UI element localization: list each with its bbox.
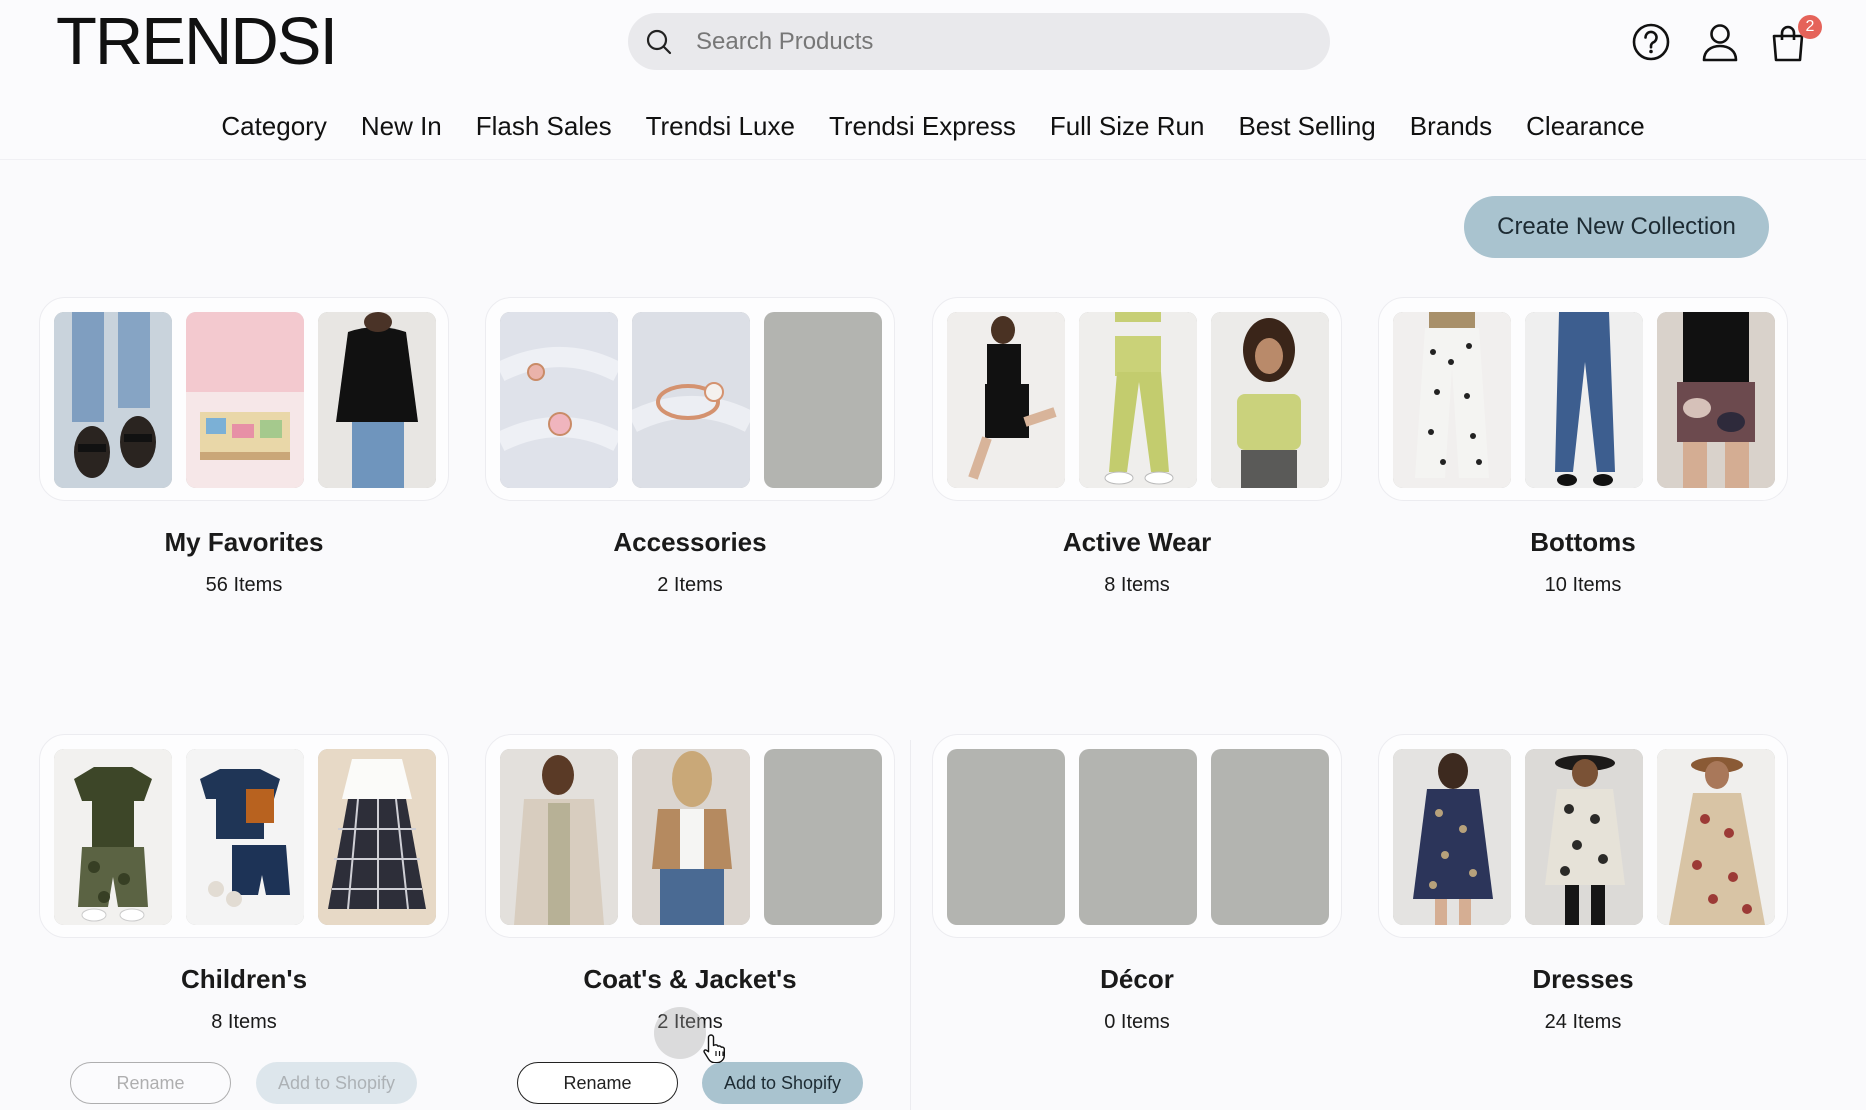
product-thumbnail bbox=[1079, 312, 1197, 488]
product-thumbnail bbox=[947, 312, 1065, 488]
product-thumbnail bbox=[1525, 749, 1643, 925]
nav-item-category[interactable]: Category bbox=[204, 106, 344, 146]
collection-title[interactable]: Active Wear bbox=[932, 527, 1342, 558]
trendsi-logo[interactable]: TRENDSI bbox=[56, 6, 338, 78]
cart-count-badge: 2 bbox=[1798, 15, 1822, 39]
rename-button[interactable]: Rename bbox=[517, 1062, 678, 1104]
hand-pointer-cursor-icon bbox=[703, 1034, 725, 1063]
add-to-shopify-button[interactable]: Add to Shopify bbox=[702, 1062, 863, 1104]
collection-item-count: 8 Items bbox=[1104, 574, 1170, 596]
collection-item-count: 2 Items bbox=[657, 574, 723, 596]
empty-thumbnail-placeholder bbox=[947, 749, 1065, 925]
product-thumbnail bbox=[1657, 312, 1775, 488]
collection-item-count: 24 Items bbox=[1544, 1011, 1622, 1033]
empty-thumbnail-placeholder bbox=[764, 749, 882, 925]
collection-card-decor[interactable] bbox=[932, 734, 1342, 938]
product-thumbnail bbox=[186, 749, 304, 925]
collection-card-active-wear[interactable] bbox=[932, 297, 1342, 501]
site-header: TRENDSI 2 Category New In Flash Sales Tr… bbox=[0, 0, 1866, 160]
product-thumbnail bbox=[632, 749, 750, 925]
collection-title[interactable]: Dresses bbox=[1378, 964, 1788, 995]
collection-title[interactable]: Children's bbox=[39, 964, 449, 995]
product-thumbnail bbox=[318, 312, 436, 488]
add-to-shopify-button[interactable]: Add to Shopify bbox=[256, 1062, 417, 1104]
nav-item-brands[interactable]: Brands bbox=[1393, 106, 1509, 146]
collection-card-my-favorites[interactable] bbox=[39, 297, 449, 501]
product-thumbnail bbox=[1657, 749, 1775, 925]
nav-item-clearance[interactable]: Clearance bbox=[1509, 106, 1662, 146]
collection-title[interactable]: Bottoms bbox=[1378, 527, 1788, 558]
collection-card-childrens[interactable] bbox=[39, 734, 449, 938]
search-bar[interactable] bbox=[628, 13, 1330, 70]
product-thumbnail bbox=[632, 312, 750, 488]
nav-item-flash-sales[interactable]: Flash Sales bbox=[459, 106, 629, 146]
nav-item-new-in[interactable]: New In bbox=[344, 106, 459, 146]
create-collection-button[interactable]: Create New Collection bbox=[1464, 196, 1769, 258]
main-nav: Category New In Flash Sales Trendsi Luxe… bbox=[0, 106, 1866, 146]
nav-item-trendsi-express[interactable]: Trendsi Express bbox=[812, 106, 1033, 146]
nav-item-trendsi-luxe[interactable]: Trendsi Luxe bbox=[629, 106, 812, 146]
collection-item-count: 0 Items bbox=[1104, 1011, 1170, 1033]
rename-button[interactable]: Rename bbox=[70, 1062, 231, 1104]
column-divider bbox=[910, 740, 911, 1110]
collection-item-count: 56 Items bbox=[205, 574, 283, 596]
empty-thumbnail-placeholder bbox=[1211, 749, 1329, 925]
collection-title[interactable]: Coat's & Jacket's bbox=[485, 964, 895, 995]
product-thumbnail bbox=[1393, 749, 1511, 925]
product-thumbnail bbox=[1525, 312, 1643, 488]
collection-item-count: 10 Items bbox=[1544, 574, 1622, 596]
collection-item-count: 8 Items bbox=[211, 1011, 277, 1033]
product-thumbnail bbox=[1393, 312, 1511, 488]
product-thumbnail bbox=[54, 312, 172, 488]
nav-item-best-selling[interactable]: Best Selling bbox=[1221, 106, 1392, 146]
search-input[interactable] bbox=[696, 13, 1306, 70]
search-icon bbox=[646, 29, 672, 55]
collection-title[interactable]: Décor bbox=[932, 964, 1342, 995]
product-thumbnail bbox=[54, 749, 172, 925]
collection-title[interactable]: Accessories bbox=[485, 527, 895, 558]
collection-card-bottoms[interactable] bbox=[1378, 297, 1788, 501]
empty-thumbnail-placeholder bbox=[1079, 749, 1197, 925]
collection-card-coats-jackets[interactable] bbox=[485, 734, 895, 938]
collection-card-accessories[interactable] bbox=[485, 297, 895, 501]
collection-card-dresses[interactable] bbox=[1378, 734, 1788, 938]
user-icon[interactable] bbox=[1698, 20, 1742, 64]
product-thumbnail bbox=[318, 749, 436, 925]
help-circle-icon[interactable] bbox=[1629, 20, 1673, 64]
collection-title[interactable]: My Favorites bbox=[39, 527, 449, 558]
product-thumbnail bbox=[500, 312, 618, 488]
product-thumbnail bbox=[1211, 312, 1329, 488]
product-thumbnail bbox=[500, 749, 618, 925]
nav-item-full-size-run[interactable]: Full Size Run bbox=[1033, 106, 1222, 146]
product-thumbnail bbox=[186, 312, 304, 488]
click-ripple bbox=[654, 1007, 706, 1059]
empty-thumbnail-placeholder bbox=[764, 312, 882, 488]
